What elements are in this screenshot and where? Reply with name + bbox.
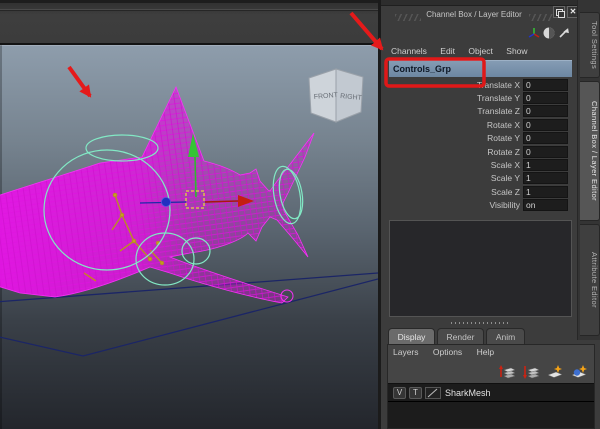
channel-value-field[interactable]: on: [523, 199, 568, 212]
menu-object[interactable]: Object: [468, 46, 493, 56]
main-toolbar: [0, 0, 378, 45]
toolbar-seam: [0, 9, 378, 10]
layer-list: V T SharkMesh: [388, 383, 594, 428]
channel-label: Translate Z: [477, 106, 520, 117]
sphere-shading-icon[interactable]: [542, 26, 556, 40]
side-tab-attribute-editor[interactable]: Attribute Editor: [580, 224, 600, 336]
channel-box-header: Channel Box / Layer Editor: [381, 7, 578, 25]
channel-value-field[interactable]: 0: [523, 118, 568, 131]
channel-value-field[interactable]: 0: [523, 145, 568, 158]
channel-box-empty-area: [389, 220, 572, 317]
channel-label: Scale Z: [491, 186, 520, 197]
channel-label: Visibility: [489, 200, 520, 211]
dock-glyph: [558, 11, 565, 18]
channel-label: Translate Y: [477, 93, 520, 104]
viewport-scene: FRONT RIGHT: [0, 68, 378, 375]
menu-edit[interactable]: Edit: [440, 46, 455, 56]
channel-row: Translate Z0: [389, 105, 572, 118]
channel-label: Scale X: [490, 160, 520, 171]
menu-show[interactable]: Show: [506, 46, 527, 56]
new-empty-layer-icon[interactable]: [546, 364, 564, 380]
channel-value-field[interactable]: 1: [523, 172, 568, 185]
panel-splitter[interactable]: [381, 318, 578, 327]
layer-visibility-toggle[interactable]: V: [393, 386, 406, 399]
channel-label: Scale Y: [490, 173, 520, 184]
channel-row: Visibility on: [389, 199, 572, 212]
channel-row: Translate X0: [389, 78, 572, 91]
layer-editor-menubar: Layers Options Help: [388, 345, 594, 361]
channel-value-field[interactable]: 1: [523, 185, 568, 198]
splitter-grip-icon: [451, 322, 509, 324]
side-tab-tool-settings[interactable]: Tool Settings: [580, 12, 600, 78]
channel-box-title: Channel Box / Layer Editor: [426, 10, 522, 19]
menu-help[interactable]: Help: [477, 347, 494, 357]
channel-list: Translate X0 Translate Y0 Translate Z0 R…: [389, 78, 572, 212]
menu-options[interactable]: Options: [433, 347, 462, 357]
tab-anim[interactable]: Anim: [486, 328, 525, 344]
viewport-3d[interactable]: FRONT RIGHT: [0, 45, 378, 429]
layer-editor-body: Layers Options Help V T SharkMesh: [387, 344, 595, 429]
right-panel: Channel Box / Layer Editor ✕ Channels Ed…: [381, 0, 600, 429]
axis-z-handle[interactable]: [161, 197, 171, 207]
selected-object-bar[interactable]: Controls_Grp: [389, 60, 572, 77]
axis-x-line: [204, 200, 239, 203]
view-cube[interactable]: FRONT RIGHT: [308, 68, 364, 123]
drag-grip-icon[interactable]: [529, 14, 553, 21]
side-tab-strip: Tool Settings Channel Box / Layer Editor…: [577, 0, 600, 340]
channel-label: Translate X: [476, 79, 520, 90]
side-tab-channel-box[interactable]: Channel Box / Layer Editor: [580, 81, 600, 221]
shark-wireframe-mesh[interactable]: [0, 75, 320, 375]
drag-grip-icon[interactable]: [395, 14, 421, 21]
channel-value-field[interactable]: 0: [523, 132, 568, 145]
shark-wire-overlay: [0, 85, 315, 304]
layer-template-toggle[interactable]: T: [409, 386, 422, 399]
dock-window-icon[interactable]: [553, 6, 565, 18]
channel-row: Rotate Y0: [389, 132, 572, 145]
channel-row: Scale Z1: [389, 185, 572, 198]
menu-layers[interactable]: Layers: [393, 347, 419, 357]
layer-row[interactable]: V T SharkMesh: [388, 384, 594, 402]
axis-y-line: [194, 156, 197, 198]
channel-row: Scale Y1: [389, 172, 572, 185]
channel-label: Rotate Y: [487, 133, 520, 144]
move-layer-down-icon[interactable]: [522, 364, 540, 380]
channel-label: Rotate Z: [487, 146, 520, 157]
channel-value-field[interactable]: 0: [523, 78, 568, 91]
new-layer-assign-selected-icon[interactable]: [570, 364, 588, 380]
layer-color-swatch[interactable]: [425, 386, 441, 399]
menu-channels[interactable]: Channels: [391, 46, 427, 56]
channel-row: Translate Y0: [389, 91, 572, 105]
move-layer-up-icon[interactable]: [498, 364, 516, 380]
layer-name[interactable]: SharkMesh: [444, 388, 491, 398]
channel-value-field[interactable]: 0: [523, 92, 568, 105]
channel-box-icon-row: [381, 26, 578, 42]
manipulator-axis-icon[interactable]: [527, 26, 541, 40]
layer-editor-tabs: Display Render Anim: [388, 328, 527, 345]
channel-box-menubar: Channels Edit Object Show: [391, 46, 539, 59]
channel-row: Rotate X0: [389, 118, 572, 131]
tab-render[interactable]: Render: [437, 328, 484, 344]
channel-value-field[interactable]: 0: [523, 105, 568, 118]
channel-row: Rotate Z0: [389, 145, 572, 158]
select-arrow-icon[interactable]: [557, 26, 571, 40]
tab-display[interactable]: Display: [388, 328, 435, 344]
channel-label: Rotate X: [486, 119, 520, 130]
layer-editor-icon-row: [388, 361, 594, 383]
channel-row: Scale X1: [389, 158, 572, 172]
channel-value-field[interactable]: 1: [523, 159, 568, 172]
